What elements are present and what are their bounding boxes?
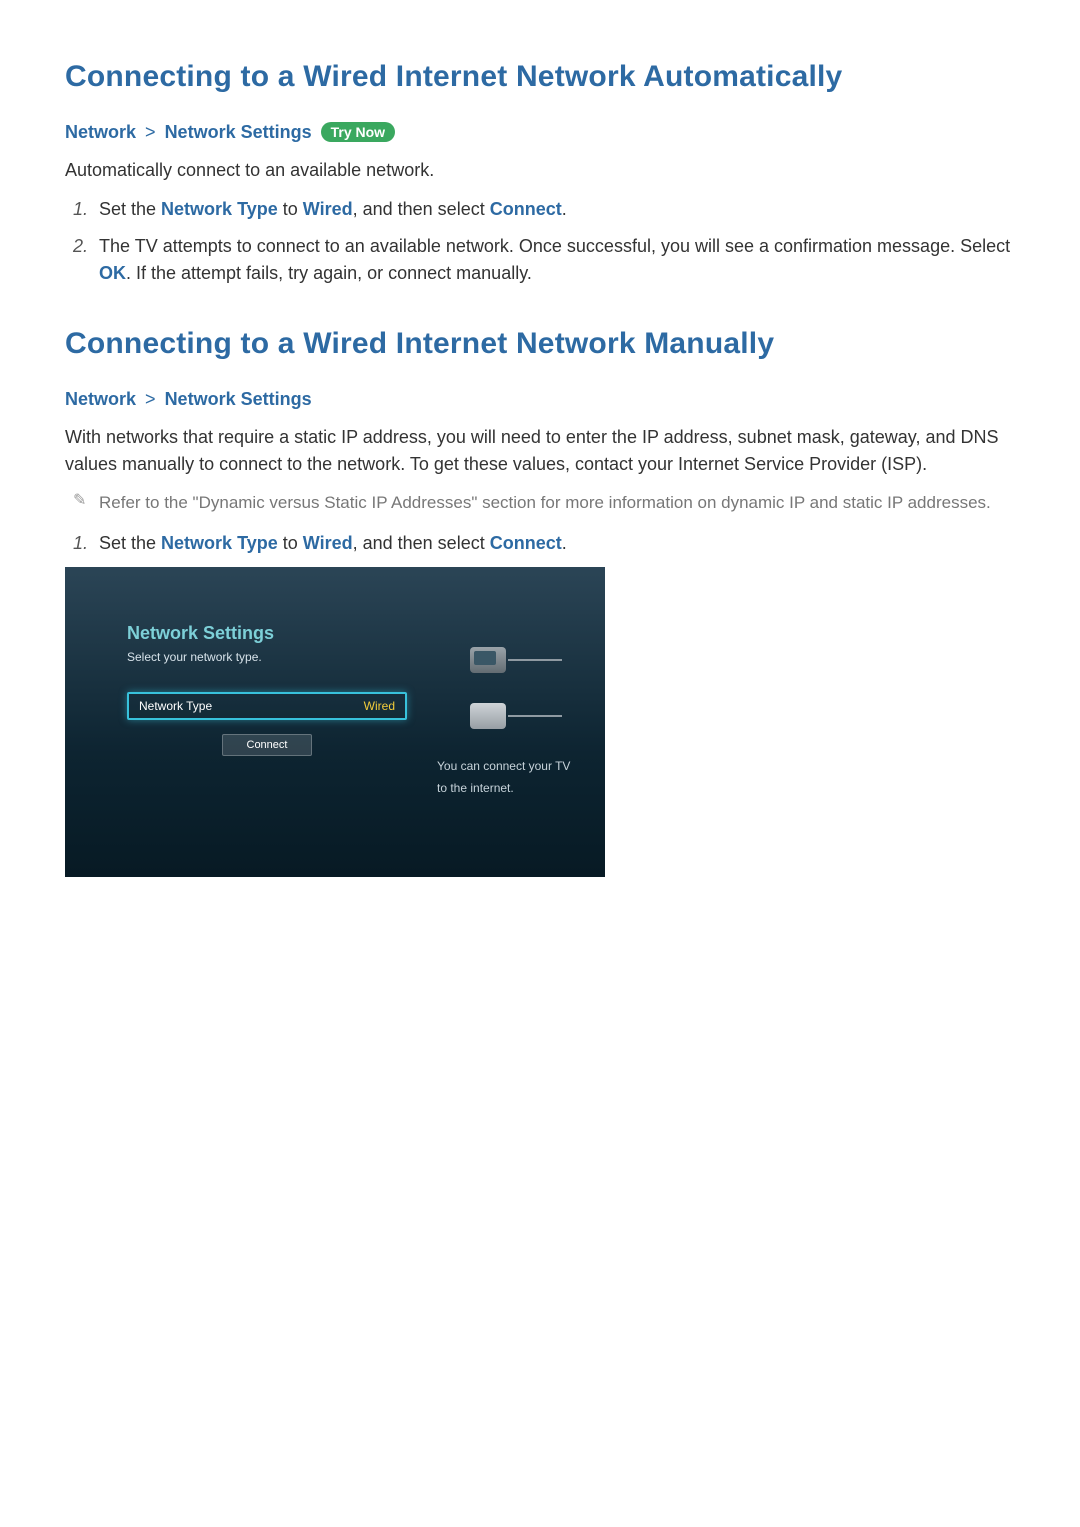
tv-select-value: Wired <box>364 699 395 713</box>
text: to <box>278 199 303 219</box>
step-number: 1. <box>73 196 99 223</box>
tv-select-label: Network Type <box>139 699 212 713</box>
text: The TV attempts to connect to an availab… <box>99 236 1010 256</box>
breadcrumb-manual: Network > Network Settings <box>65 389 1015 410</box>
note-text: Refer to the "Dynamic versus Static IP A… <box>99 490 1015 516</box>
heading-auto: Connecting to a Wired Internet Network A… <box>65 60 1015 94</box>
intro-auto: Automatically connect to an available ne… <box>65 157 1015 184</box>
pencil-icon: ✎ <box>73 490 99 510</box>
steps-manual: 1. Set the Network Type to Wired, and th… <box>65 530 1015 557</box>
crumb-sep: > <box>145 122 156 142</box>
tv-desc-line1: You can connect your TV <box>437 755 577 778</box>
intro-manual: With networks that require a static IP a… <box>65 424 1015 478</box>
kw-wired: Wired <box>303 199 353 219</box>
step-number: 2. <box>73 233 99 287</box>
tv-subtitle: Select your network type. <box>127 650 407 664</box>
steps-auto: 1. Set the Network Type to Wired, and th… <box>65 196 1015 287</box>
kw-connect: Connect <box>490 199 562 219</box>
tv-desc: You can connect your TV to the internet. <box>437 755 577 801</box>
crumb-network[interactable]: Network <box>65 122 136 142</box>
kw-ok: OK <box>99 263 126 283</box>
step-manual-1: 1. Set the Network Type to Wired, and th… <box>73 530 1015 557</box>
text: to <box>278 533 303 553</box>
text: . <box>562 533 567 553</box>
router-diagram-icon <box>442 647 572 729</box>
crumb-sep: > <box>145 389 156 409</box>
tv-desc-line2: to the internet. <box>437 777 577 800</box>
breadcrumb-auto: Network > Network Settings Try Now <box>65 122 1015 143</box>
text: , and then select <box>353 199 490 219</box>
kw-wired: Wired <box>303 533 353 553</box>
crumb-network-settings[interactable]: Network Settings <box>165 389 312 409</box>
tv-network-type-select[interactable]: Network Type Wired <box>127 692 407 720</box>
text: . If the attempt fails, try again, or co… <box>126 263 532 283</box>
step-auto-1: 1. Set the Network Type to Wired, and th… <box>73 196 1015 223</box>
note-row: ✎ Refer to the "Dynamic versus Static IP… <box>73 490 1015 516</box>
kw-network-type: Network Type <box>161 533 278 553</box>
heading-manual: Connecting to a Wired Internet Network M… <box>65 327 1015 361</box>
try-now-badge[interactable]: Try Now <box>321 122 395 142</box>
tv-network-settings-panel: Network Settings Select your network typ… <box>65 567 605 877</box>
step-number: 1. <box>73 530 99 557</box>
step-auto-2: 2. The TV attempts to connect to an avai… <box>73 233 1015 287</box>
text: Set the <box>99 199 161 219</box>
text: Set the <box>99 533 161 553</box>
text: , and then select <box>353 533 490 553</box>
tv-title: Network Settings <box>127 623 407 644</box>
crumb-network-settings[interactable]: Network Settings <box>165 122 312 142</box>
tv-connect-button[interactable]: Connect <box>222 734 312 756</box>
crumb-network[interactable]: Network <box>65 389 136 409</box>
kw-connect: Connect <box>490 533 562 553</box>
text: . <box>562 199 567 219</box>
kw-network-type: Network Type <box>161 199 278 219</box>
